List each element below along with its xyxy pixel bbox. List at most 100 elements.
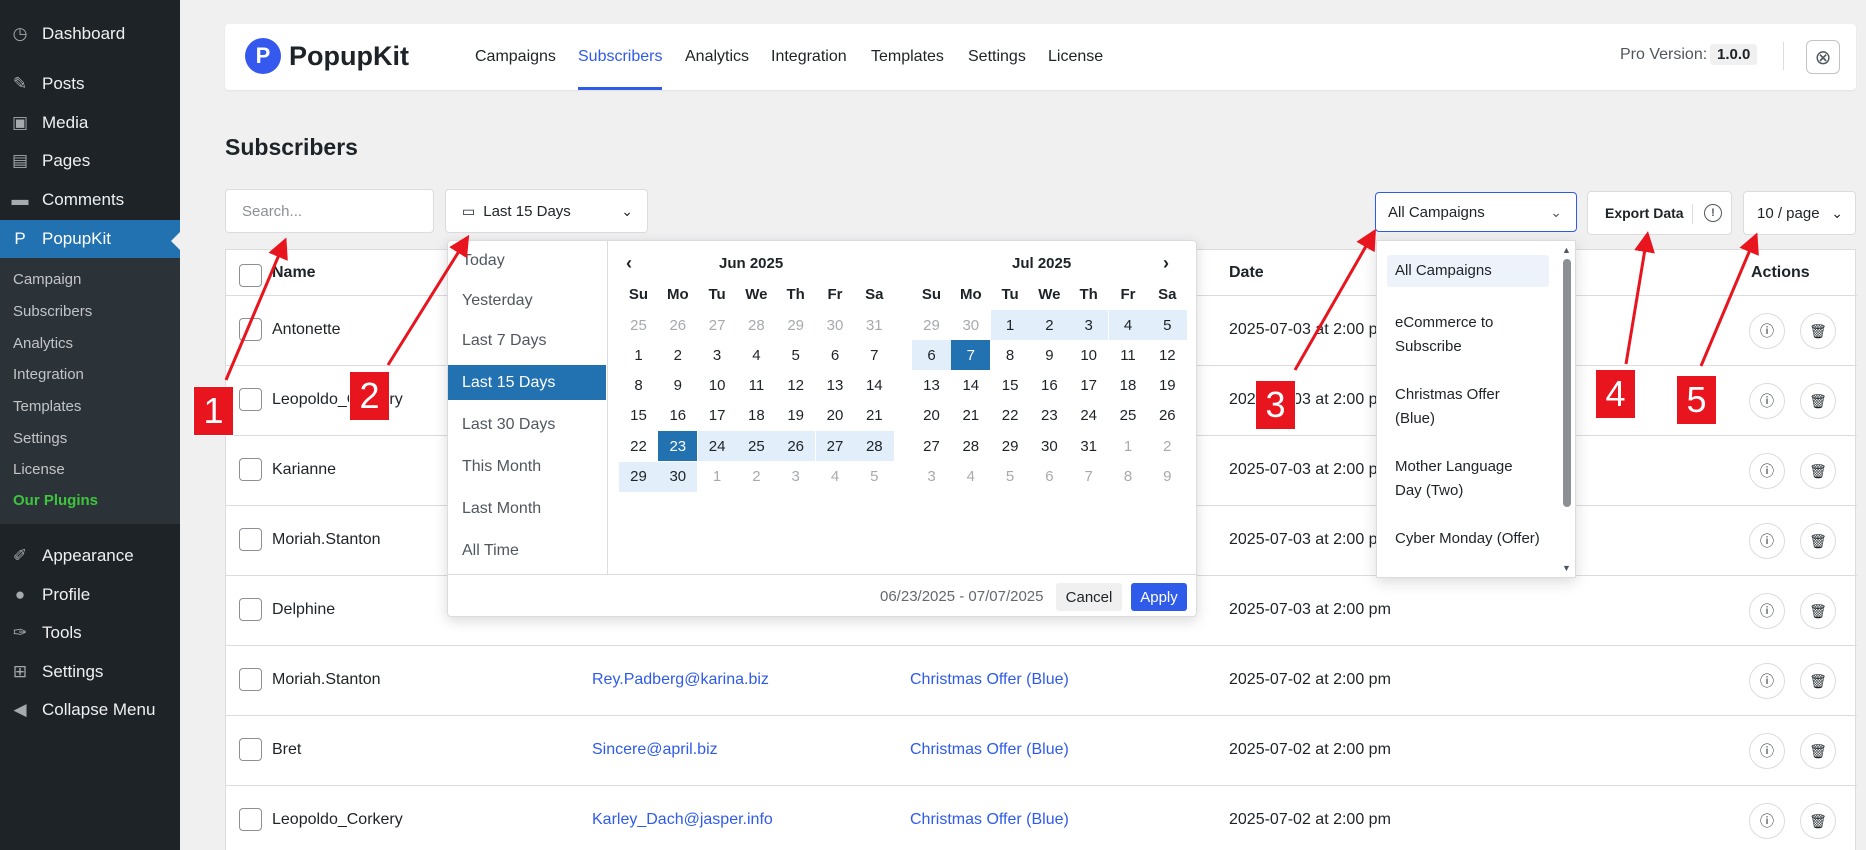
calendar-day[interactable]: 29 bbox=[776, 310, 815, 340]
wp-menu-item-media[interactable]: ▣ Media bbox=[0, 104, 180, 142]
preset-last-30-days[interactable]: Last 30 Days bbox=[448, 407, 606, 442]
preset-last-15-days[interactable]: Last 15 Days bbox=[448, 365, 606, 400]
preset-all-time[interactable]: All Time bbox=[448, 533, 606, 568]
wp-submenu-settings[interactable]: Settings bbox=[13, 430, 67, 447]
cancel-button[interactable]: Cancel bbox=[1056, 583, 1122, 611]
tab-license[interactable]: License bbox=[1048, 48, 1103, 66]
tab-subscribers[interactable]: Subscribers bbox=[578, 48, 662, 66]
wp-submenu-campaign[interactable]: Campaign bbox=[13, 271, 81, 288]
campaign-option[interactable]: Cyber Monday (Offer) bbox=[1387, 523, 1549, 555]
info-icon[interactable]: ⓘ bbox=[1749, 453, 1785, 489]
wp-menu-item-profile[interactable]: ● Profile bbox=[0, 576, 180, 614]
calendar-day[interactable]: 18 bbox=[737, 401, 776, 431]
calendar-day[interactable]: 13 bbox=[816, 371, 855, 401]
wp-menu-item-comments[interactable]: ▬ Comments bbox=[0, 181, 180, 219]
calendar-day[interactable]: 2 bbox=[1029, 310, 1069, 340]
calendar-day[interactable]: 6 bbox=[816, 340, 855, 370]
per-page-select[interactable]: 10 / page ⌄ bbox=[1743, 191, 1856, 235]
calendar-day[interactable]: 31 bbox=[855, 310, 894, 340]
date-range-select[interactable]: ▭ Last 15 Days ⌄ bbox=[445, 189, 648, 233]
subscriber-campaign[interactable]: Christmas Offer (Blue) bbox=[910, 671, 1069, 689]
calendar-day[interactable]: 30 bbox=[951, 310, 990, 340]
trash-icon[interactable]: 🗑 bbox=[1800, 453, 1836, 489]
calendar-day[interactable]: 24 bbox=[1069, 401, 1108, 431]
tab-analytics[interactable]: Analytics bbox=[685, 48, 749, 66]
preset-yesterday[interactable]: Yesterday bbox=[448, 283, 606, 318]
calendar-day[interactable]: 4 bbox=[737, 340, 776, 370]
calendar-day[interactable]: 22 bbox=[619, 431, 658, 461]
subscriber-email[interactable]: Rey.Padberg@karina.biz bbox=[592, 671, 769, 689]
wp-menu-item-collapse-menu[interactable]: ◀ Collapse Menu bbox=[0, 691, 180, 729]
calendar-day[interactable]: 26 bbox=[776, 431, 816, 462]
calendar-day[interactable]: 14 bbox=[951, 371, 990, 401]
calendar-day[interactable]: 1 bbox=[1109, 431, 1148, 461]
calendar-day[interactable]: 10 bbox=[698, 371, 737, 401]
calendar-day[interactable]: 1 bbox=[990, 310, 1030, 340]
row-checkbox[interactable] bbox=[239, 318, 262, 341]
calendar-day[interactable]: 8 bbox=[991, 340, 1030, 370]
calendar-day[interactable]: 1 bbox=[619, 340, 658, 370]
calendar-day[interactable]: 3 bbox=[776, 462, 815, 492]
wp-menu-item-tools[interactable]: ✑ Tools bbox=[0, 614, 180, 652]
calendar-day[interactable]: 11 bbox=[1109, 340, 1148, 370]
calendar-day[interactable]: 4 bbox=[816, 462, 855, 492]
calendar-day[interactable]: 2 bbox=[1148, 431, 1187, 461]
scroll-down-icon[interactable]: ▼ bbox=[1562, 563, 1571, 573]
calendar-day[interactable]: 28 bbox=[854, 431, 894, 462]
trash-icon[interactable]: 🗑 bbox=[1800, 733, 1836, 769]
info-icon[interactable]: ⓘ bbox=[1749, 593, 1785, 629]
trash-icon[interactable]: 🗑 bbox=[1800, 383, 1836, 419]
calendar-day[interactable]: 4 bbox=[1108, 310, 1148, 340]
trash-icon[interactable]: 🗑 bbox=[1800, 523, 1836, 559]
calendar-day[interactable]: 6 bbox=[912, 340, 951, 371]
campaign-select[interactable]: All Campaigns ⌄ bbox=[1375, 192, 1577, 232]
calendar-day[interactable]: 24 bbox=[697, 431, 737, 462]
chevron-left-icon[interactable]: ‹ bbox=[626, 253, 632, 274]
wp-submenu-license[interactable]: License bbox=[13, 461, 65, 478]
info-icon[interactable]: ⓘ bbox=[1749, 313, 1785, 349]
calendar-day[interactable]: 8 bbox=[1109, 462, 1148, 492]
campaign-option[interactable]: All Campaigns bbox=[1387, 255, 1549, 287]
tab-integration[interactable]: Integration bbox=[771, 48, 847, 66]
search-input[interactable]: Search... bbox=[225, 189, 434, 233]
info-icon[interactable]: ⓘ bbox=[1749, 663, 1785, 699]
wp-submenu-subscribers[interactable]: Subscribers bbox=[13, 303, 92, 320]
wp-submenu-templates[interactable]: Templates bbox=[13, 398, 81, 415]
wp-menu-item-dashboard[interactable]: ◷ Dashboard bbox=[0, 15, 180, 53]
calendar-day[interactable]: 3 bbox=[698, 340, 737, 370]
calendar-day[interactable]: 5 bbox=[991, 462, 1030, 492]
info-icon[interactable]: ⓘ bbox=[1749, 733, 1785, 769]
calendar-day[interactable]: 22 bbox=[991, 401, 1030, 431]
calendar-day[interactable]: 20 bbox=[816, 401, 855, 431]
calendar-day[interactable]: 23 bbox=[658, 431, 698, 462]
calendar-day[interactable]: 5 bbox=[776, 340, 815, 370]
tab-settings[interactable]: Settings bbox=[968, 48, 1026, 66]
calendar-day[interactable]: 14 bbox=[855, 371, 894, 401]
row-checkbox[interactable] bbox=[239, 388, 262, 411]
calendar-day[interactable]: 4 bbox=[951, 462, 990, 492]
info-icon[interactable]: ! bbox=[1704, 204, 1722, 222]
calendar-day[interactable]: 30 bbox=[658, 461, 698, 492]
row-checkbox[interactable] bbox=[239, 528, 262, 551]
campaign-option[interactable]: eCommerce to Subscribe bbox=[1387, 307, 1549, 363]
wp-submenu-our-plugins[interactable]: Our Plugins bbox=[13, 492, 98, 509]
apply-button[interactable]: Apply bbox=[1131, 583, 1187, 611]
calendar-day[interactable]: 12 bbox=[776, 371, 815, 401]
calendar-day[interactable]: 5 bbox=[1147, 310, 1187, 340]
calendar-day[interactable]: 18 bbox=[1109, 371, 1148, 401]
wp-submenu-analytics[interactable]: Analytics bbox=[13, 335, 73, 352]
calendar-day[interactable]: 29 bbox=[619, 461, 658, 492]
calendar-day[interactable]: 19 bbox=[776, 401, 815, 431]
row-checkbox[interactable] bbox=[239, 458, 262, 481]
wp-menu-item-popupkit[interactable]: P PopupKit bbox=[0, 220, 180, 258]
calendar-day[interactable]: 9 bbox=[658, 371, 697, 401]
calendar-day[interactable]: 15 bbox=[619, 401, 658, 431]
calendar-day[interactable]: 10 bbox=[1069, 340, 1108, 370]
preset-today[interactable]: Today bbox=[448, 243, 606, 278]
calendar-day[interactable]: 28 bbox=[737, 310, 776, 340]
preset-last-7-days[interactable]: Last 7 Days bbox=[448, 323, 606, 358]
wp-menu-item-appearance[interactable]: ✐ Appearance bbox=[0, 537, 180, 575]
row-checkbox[interactable] bbox=[239, 668, 262, 691]
calendar-day[interactable]: 15 bbox=[991, 371, 1030, 401]
tab-templates[interactable]: Templates bbox=[871, 48, 944, 66]
